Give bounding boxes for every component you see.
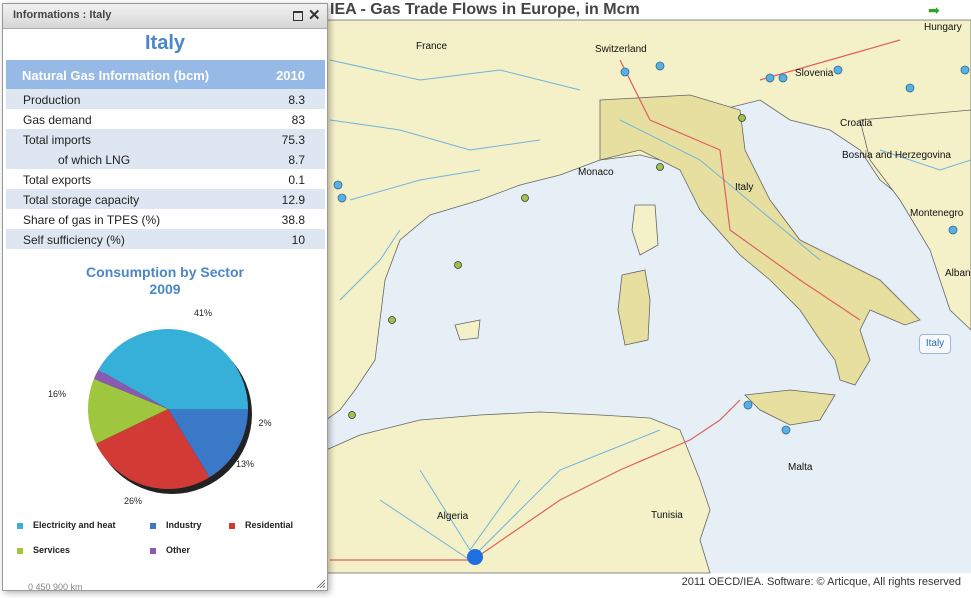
label-hungary: Hungary xyxy=(924,22,962,33)
table-header-year: 2010 xyxy=(276,68,305,83)
label-slovenia: Slovenia xyxy=(795,68,834,79)
table-row: Total exports 0.1 xyxy=(6,169,325,189)
table-header: Natural Gas Information (bcm) 2010 xyxy=(6,60,325,90)
pie-slice-label: 26% xyxy=(124,496,142,506)
table-row: Gas demand 83 xyxy=(6,109,325,129)
legend-label: Electricity and heat xyxy=(33,520,116,530)
panel-title: Informations : Italy xyxy=(13,9,112,21)
resize-handle-icon[interactable] xyxy=(315,578,325,588)
label-bosnia: Bosnia and Herzegovina xyxy=(842,150,951,161)
row-label: Gas demand xyxy=(23,113,92,127)
row-value: 75.3 xyxy=(281,133,305,147)
legend-label: Residential xyxy=(245,520,294,530)
info-panel: Informations : Italy ✕ Italy Natural Gas… xyxy=(2,3,328,592)
legend-electricity: Electricity and heat xyxy=(17,520,116,530)
legend-residential: Residential xyxy=(229,520,293,530)
label-monaco: Monaco xyxy=(578,167,614,178)
pie-slice-label: 16% xyxy=(48,389,66,399)
green-arrow-icon[interactable]: ➡ xyxy=(928,2,940,19)
row-label: Self sufficiency (%) xyxy=(23,233,125,247)
chart-title-line2: 2009 xyxy=(149,281,181,297)
table-header-label: Natural Gas Information (bcm) xyxy=(22,68,210,83)
row-value: 0.1 xyxy=(288,173,305,187)
legend-industry: Industry xyxy=(150,520,202,530)
chart-title: Consumption by Sector 2009 xyxy=(3,264,327,298)
table-row: Share of gas in TPES (%) 38.8 xyxy=(6,209,325,229)
scale-bar: 0 450 900 km xyxy=(28,582,83,592)
row-label: Production xyxy=(23,93,81,107)
close-icon[interactable]: ✕ xyxy=(308,6,321,24)
label-france: France xyxy=(416,41,448,52)
label-croatia: Croatia xyxy=(840,118,873,129)
label-italy: Italy xyxy=(735,182,754,193)
row-value: 12.9 xyxy=(281,193,305,207)
table-row: Total imports 75.3 xyxy=(6,129,325,149)
row-label: Total storage capacity xyxy=(23,193,140,207)
country-title: Italy xyxy=(144,32,186,54)
row-label: Total imports xyxy=(23,133,92,147)
pie-slice-label: 41% xyxy=(194,308,212,318)
maximize-icon[interactable] xyxy=(293,11,303,21)
legend-label: Services xyxy=(33,545,71,555)
row-value: 83 xyxy=(291,113,305,127)
table-row: Total storage capacity 12.9 xyxy=(6,189,325,209)
table-row: Production 8.3 xyxy=(6,89,325,109)
table-row: Self sufficiency (%) 10 xyxy=(6,229,325,249)
label-albania: Albania xyxy=(945,268,971,279)
row-value: 8.7 xyxy=(288,153,305,167)
map-title: IEA - Gas Trade Flows in Europe, in Mcm xyxy=(330,1,640,18)
legend-other: Other xyxy=(150,545,190,555)
copyright-footer: 2011 OECD/IEA. Software: © Articque, All… xyxy=(681,576,961,588)
pie-slice-label: 2% xyxy=(258,418,271,428)
row-value: 38.8 xyxy=(281,213,305,227)
chart-title-line1: Consumption by Sector xyxy=(86,264,244,280)
row-value: 10 xyxy=(291,233,305,247)
label-tunisia: Tunisia xyxy=(651,510,683,521)
label-switzerland: Switzerland xyxy=(595,44,647,55)
italy-callout[interactable]: Italy xyxy=(919,334,951,354)
pie-slice-label: 13% xyxy=(236,459,254,469)
label-malta: Malta xyxy=(788,462,813,473)
row-label: Share of gas in TPES (%) xyxy=(23,213,161,227)
row-value: 8.3 xyxy=(288,93,305,107)
row-label: of which LNG xyxy=(58,153,131,167)
legend-services: Services xyxy=(17,545,70,555)
label-montenegro: Montenegro xyxy=(910,208,964,219)
legend-label: Other xyxy=(166,545,191,555)
row-label: Total exports xyxy=(23,173,92,187)
panel-header[interactable]: Informations : Italy ✕ xyxy=(3,4,327,29)
legend-label: Industry xyxy=(166,520,202,530)
pie-chart: 41% 16% 26% 13% 2% xyxy=(48,308,272,506)
table-row: of which LNG 8.7 xyxy=(6,149,325,169)
label-algeria: Algeria xyxy=(437,511,469,522)
